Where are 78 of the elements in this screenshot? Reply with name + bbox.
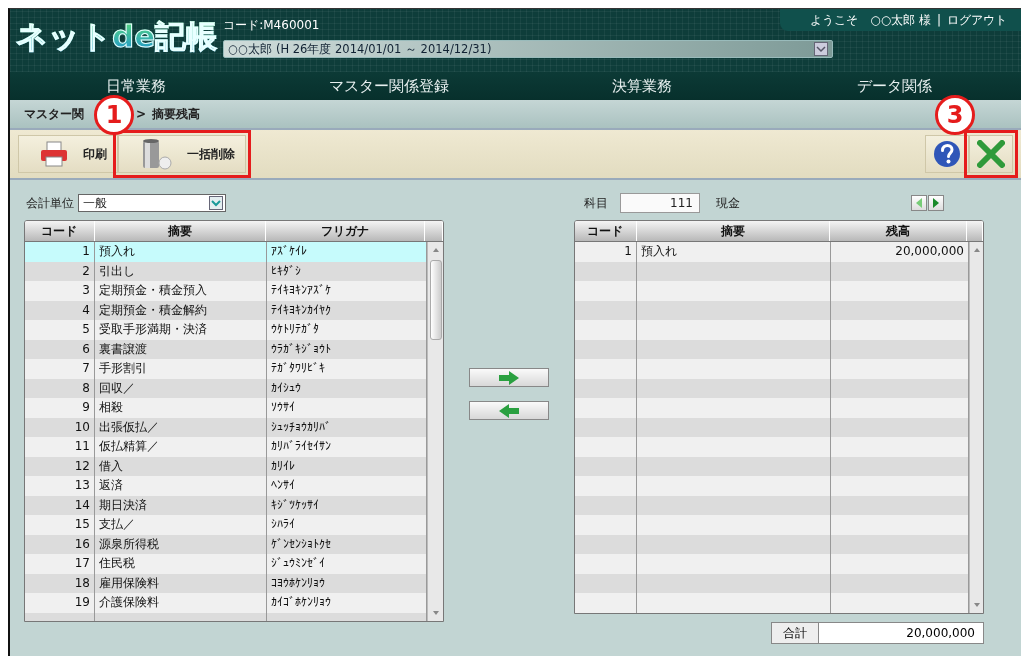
- table-row[interactable]: 1 預入れ ｱｽﾞｹｲﾚ: [25, 242, 427, 262]
- scroll-thumb[interactable]: [429, 260, 442, 340]
- right-triangle-icon: [932, 198, 940, 208]
- scroll-down-icon[interactable]: [431, 608, 440, 617]
- scroll-up-icon[interactable]: [431, 246, 440, 254]
- table-cell: 19: [25, 593, 95, 613]
- logout-link[interactable]: ログアウト: [947, 11, 1007, 29]
- table-cell: 手形割引: [95, 359, 267, 379]
- app-logo: ネットde記帳: [16, 17, 218, 55]
- table-cell: 15: [25, 515, 95, 535]
- scroll-down-icon[interactable]: [972, 600, 981, 609]
- add-button[interactable]: [469, 368, 549, 387]
- account-label: 科目: [584, 194, 608, 212]
- table-row[interactable]: 8 回収／ ｶｲｼｭｳ: [25, 378, 427, 398]
- table-cell: 受取手形満期・決済: [95, 320, 267, 340]
- table-row[interactable]: 12 借入 ｶﾘｲﾚ: [25, 456, 427, 476]
- scrollbar[interactable]: [427, 242, 443, 621]
- printer-icon: [39, 141, 69, 167]
- column-header: コード: [575, 221, 637, 241]
- table-cell: 預入れ: [637, 242, 831, 262]
- breadcrumb-current: 摘要残高: [152, 105, 201, 123]
- table-cell: 預入れ: [95, 242, 267, 262]
- table-row[interactable]: 18 雇用保険料 ｺﾖｳﾎｹﾝﾘｮｳ: [25, 573, 427, 593]
- total-value: 20,000,000: [819, 621, 984, 644]
- close-icon: [977, 140, 1005, 168]
- table-cell: 定期預金・積金預入: [95, 281, 267, 301]
- account-name: 現金: [716, 194, 740, 212]
- column-header: 摘要: [94, 221, 266, 241]
- table-cell: 1: [575, 242, 637, 262]
- dropdown-icon: [814, 42, 829, 56]
- table-cell: 支払／: [95, 515, 267, 535]
- table-cell: 仮払精算／: [95, 437, 267, 457]
- scroll-up-icon[interactable]: [972, 246, 981, 254]
- column-header: 残高: [829, 221, 968, 241]
- breadcrumb-link[interactable]: マスター関: [24, 105, 84, 123]
- breadcrumb-separator: >: [136, 107, 147, 121]
- table-row[interactable]: 2 引出し ﾋｷﾀﾞｼ: [25, 261, 427, 281]
- column-header: 摘要: [636, 221, 830, 241]
- welcome-text: ようこそ ○○太郎 様: [810, 11, 931, 29]
- user-code: コード:M460001: [223, 17, 320, 34]
- table-row[interactable]: 16 源泉所得税 ｹﾞﾝｾﾝｼｮﾄｸｾ: [25, 534, 427, 554]
- separator: |: [936, 13, 941, 27]
- table-cell: 9: [25, 398, 95, 418]
- table-cell: 返済: [95, 476, 267, 496]
- left-arrow-icon: [498, 403, 520, 418]
- table-cell: 1: [25, 242, 95, 262]
- table-row[interactable]: 4 定期預金・積金解約 ﾃｲｷﾖｷﾝｶｲﾔｸ: [25, 300, 427, 320]
- table-cell: 住民税: [95, 554, 267, 574]
- table-cell: 相殺: [95, 398, 267, 418]
- next-button[interactable]: [928, 195, 944, 211]
- scrollbar[interactable]: [969, 242, 983, 613]
- table-cell: 5: [25, 320, 95, 340]
- table-row[interactable]: 6 裏書譲渡 ｳﾗｶﾞｷｼﾞｮｳﾄ: [25, 339, 427, 359]
- period-select[interactable]: ○○太郎 (H 26年度 2014/01/01 ～ 2014/12/31): [223, 40, 834, 58]
- previous-button[interactable]: [911, 195, 927, 211]
- column-header: フリガナ: [265, 221, 426, 241]
- help-button[interactable]: [925, 135, 969, 173]
- table-cell: 7: [25, 359, 95, 379]
- left-triangle-icon: [915, 198, 923, 208]
- column-header: コード: [25, 221, 95, 241]
- unit-select[interactable]: 一般: [78, 194, 226, 212]
- unit-label: 会計単位: [26, 194, 74, 212]
- print-button[interactable]: 印刷: [18, 135, 118, 173]
- table-row[interactable]: 14 期日決済 ｷｼﾞﾂｹｯｻｲ: [25, 495, 427, 515]
- table-cell: 13: [25, 476, 95, 496]
- table-cell: 介護保険料: [95, 593, 267, 613]
- dropdown-icon: [209, 196, 223, 210]
- help-icon: [933, 140, 961, 168]
- account-code-field[interactable]: 111: [620, 193, 700, 213]
- remove-button[interactable]: [469, 401, 549, 420]
- table-cell: 3: [25, 281, 95, 301]
- table-cell: 11: [25, 437, 95, 457]
- total-label: 合計: [771, 621, 819, 644]
- table-cell: 17: [25, 554, 95, 574]
- nav-menu-item[interactable]: マスター関係登録: [262, 72, 516, 100]
- table-row[interactable]: 10 出張仮払／ ｼｭｯﾁｮｳｶﾘﾊﾞ: [25, 417, 427, 437]
- nav-menu-item[interactable]: 決算業務: [515, 72, 769, 100]
- right-arrow-icon: [498, 370, 520, 385]
